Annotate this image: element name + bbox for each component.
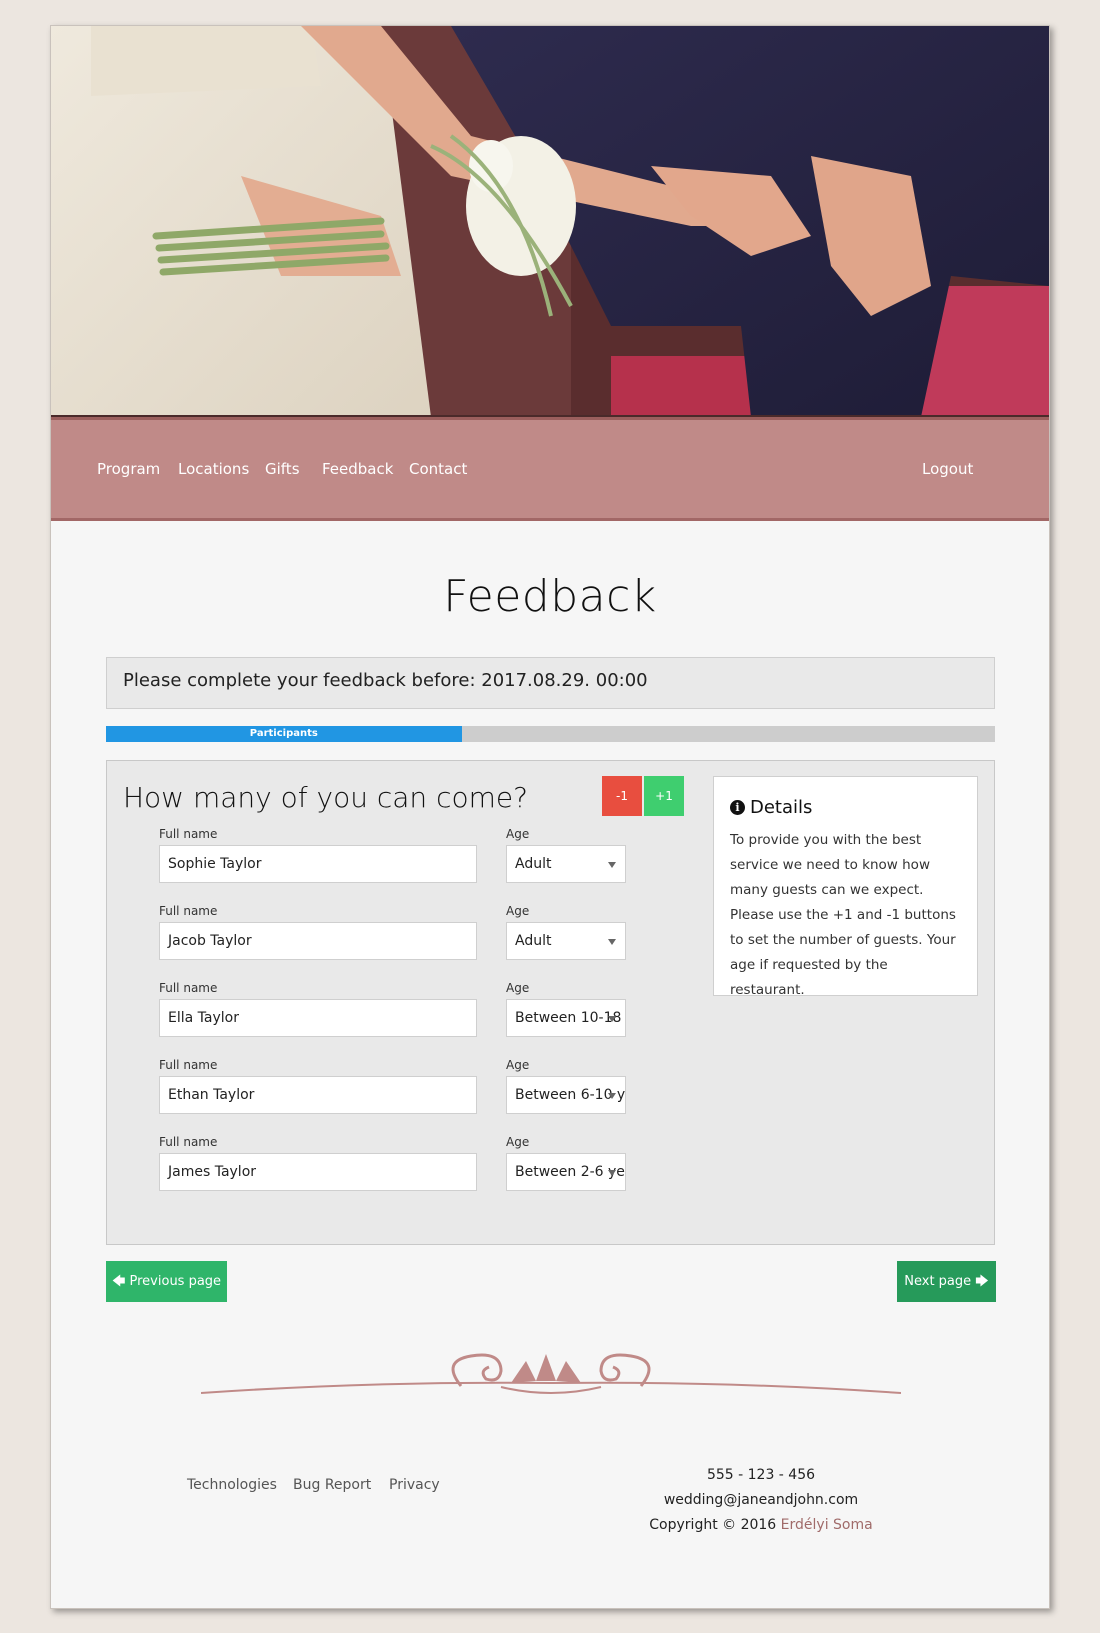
full-name-label: Full name xyxy=(159,827,218,841)
nav-gifts[interactable]: Gifts xyxy=(265,460,300,478)
full-name-input[interactable]: Sophie Taylor xyxy=(159,845,477,883)
arrow-left-icon: 🡄 xyxy=(111,1274,126,1289)
full-name-input[interactable]: James Taylor xyxy=(159,1153,477,1191)
main-navbar: Program Locations Gifts Feedback Contact… xyxy=(51,417,1049,521)
participant-row: Full name Sophie Taylor Age Adult xyxy=(159,827,639,901)
footer-copyright: Copyright © 2016 xyxy=(649,1517,777,1533)
footer-author-link[interactable]: Erdélyi Soma xyxy=(781,1517,873,1533)
question-heading: How many of you can come? xyxy=(123,781,528,814)
age-select[interactable]: Adult xyxy=(506,845,626,883)
nav-feedback[interactable]: Feedback xyxy=(322,460,393,478)
participant-row: Full name James Taylor Age Between 2-6 y… xyxy=(159,1135,639,1209)
footer-link-privacy[interactable]: Privacy xyxy=(389,1477,440,1493)
age-select[interactable]: Between 10-18 xyxy=(506,999,626,1037)
nav-locations[interactable]: Locations xyxy=(178,460,249,478)
details-box: i Details To provide you with the best s… xyxy=(713,776,978,998)
nav-contact[interactable]: Contact xyxy=(409,460,467,478)
full-name-label: Full name xyxy=(159,904,218,918)
info-icon: i xyxy=(730,800,745,815)
flourish-divider xyxy=(201,1353,901,1394)
nav-program[interactable]: Program xyxy=(97,460,160,478)
next-page-button[interactable]: Next page 🡆 xyxy=(897,1261,996,1302)
age-label: Age xyxy=(506,904,530,918)
page-title: Feedback xyxy=(443,571,657,622)
age-select[interactable]: Between 2-6 ye xyxy=(506,1153,626,1191)
footer-contact: 555 - 123 - 456 wedding@janeandjohn.com … xyxy=(611,1463,911,1538)
progress-bar: Participants xyxy=(106,726,462,742)
participants-panel: How many of you can come? -1 +1 Full nam… xyxy=(106,760,995,1245)
details-heading: i Details xyxy=(730,797,961,818)
nav-logout[interactable]: Logout xyxy=(922,460,973,478)
age-label: Age xyxy=(506,1135,530,1149)
age-label: Age xyxy=(506,827,530,841)
deadline-alert: Please complete your feedback before: 20… xyxy=(106,657,995,709)
participant-row: Full name Ella Taylor Age Between 10-18 xyxy=(159,981,639,1055)
full-name-input[interactable]: Ella Taylor xyxy=(159,999,477,1037)
age-select[interactable]: Adult xyxy=(506,922,626,960)
full-name-input[interactable]: Ethan Taylor xyxy=(159,1076,477,1114)
age-select[interactable]: Between 6-10 y xyxy=(506,1076,626,1114)
remove-guest-button[interactable]: -1 xyxy=(602,776,642,816)
footer-phone: 555 - 123 - 456 xyxy=(706,1467,816,1483)
details-title: Details xyxy=(750,797,813,818)
full-name-label: Full name xyxy=(159,1135,218,1149)
page-container: Program Locations Gifts Feedback Contact… xyxy=(50,25,1050,1609)
participant-row: Full name Jacob Taylor Age Adult xyxy=(159,904,639,978)
full-name-label: Full name xyxy=(159,981,218,995)
arrow-right-icon: 🡆 xyxy=(975,1274,989,1289)
footer-link-technologies[interactable]: Technologies xyxy=(187,1477,277,1493)
age-label: Age xyxy=(506,1058,530,1072)
previous-page-label: Previous page xyxy=(129,1274,222,1289)
full-name-input[interactable]: Jacob Taylor xyxy=(159,922,477,960)
hero-wedding-photo xyxy=(51,26,1049,417)
add-guest-button[interactable]: +1 xyxy=(644,776,684,816)
next-page-label: Next page xyxy=(904,1274,972,1289)
participant-row: Full name Ethan Taylor Age Between 6-10 … xyxy=(159,1058,639,1132)
age-label: Age xyxy=(506,981,530,995)
previous-page-button[interactable]: 🡄 Previous page xyxy=(106,1261,227,1302)
footer-email: wedding@janeandjohn.com xyxy=(663,1492,859,1508)
progress-track: Participants xyxy=(106,726,995,742)
footer-copyright-line: Copyright © 2016 Erdélyi Soma xyxy=(611,1513,911,1538)
footer-link-bug-report[interactable]: Bug Report xyxy=(293,1477,371,1493)
full-name-label: Full name xyxy=(159,1058,218,1072)
details-text: To provide you with the best service we … xyxy=(730,832,956,998)
